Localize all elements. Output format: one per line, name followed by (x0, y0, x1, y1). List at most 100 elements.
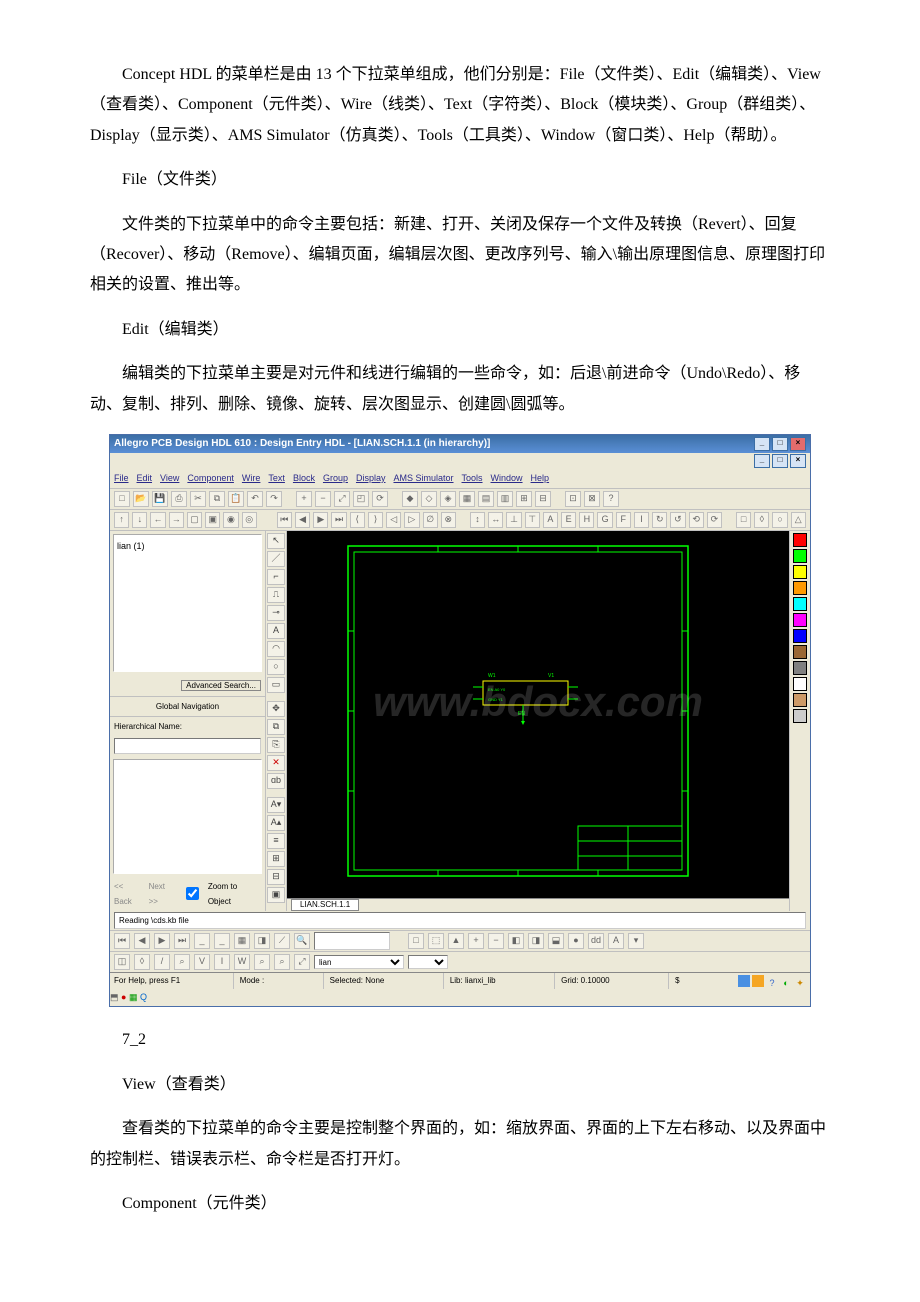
last-icon[interactable]: ⏭ (331, 512, 346, 528)
menu-window[interactable]: Window (491, 470, 523, 487)
arc-icon[interactable]: ◠ (267, 641, 285, 657)
tray-icon[interactable]: ▦ (129, 992, 138, 1002)
color-swatch-tan[interactable] (793, 693, 807, 707)
menu-wire[interactable]: Wire (242, 470, 261, 487)
color-swatch-white[interactable] (793, 677, 807, 691)
tool-icon[interactable]: ⟩ (368, 512, 383, 528)
paste-icon[interactable]: 📋 (228, 491, 244, 507)
zoom-out-icon[interactable]: − (315, 491, 331, 507)
tool-icon[interactable]: ⬚ (428, 933, 444, 949)
tool-icon[interactable]: ◊ (754, 512, 769, 528)
tool-icon[interactable]: ⊤ (525, 512, 540, 528)
schematic-canvas[interactable]: W1 V1 EN A0 Y0 GND Y1 EN www.bdocx.com L… (287, 531, 789, 911)
secondary-combo[interactable] (408, 955, 448, 969)
first-page-icon[interactable]: ⏮ (114, 933, 130, 949)
tool-icon[interactable]: ▣ (205, 512, 220, 528)
text-icon[interactable]: A (267, 623, 285, 639)
tool-icon[interactable]: ⟨ (350, 512, 365, 528)
color-swatch-red[interactable] (793, 533, 807, 547)
nav-next-button[interactable]: Next >> (149, 879, 176, 909)
block-icon[interactable]: ▣ (267, 887, 285, 903)
tool-icon[interactable]: ⟳ (707, 512, 722, 528)
tool-icon[interactable]: ◉ (223, 512, 238, 528)
prev-icon[interactable]: ◀ (295, 512, 310, 528)
menu-component[interactable]: Component (187, 470, 234, 487)
menu-edit[interactable]: Edit (137, 470, 153, 487)
tool-icon[interactable]: F (616, 512, 631, 528)
tool-icon[interactable]: dd (588, 933, 604, 949)
tool-icon[interactable]: □ (408, 933, 424, 949)
rect-icon[interactable]: ▭ (267, 677, 285, 693)
tool-icon[interactable]: ▢ (187, 512, 202, 528)
next-icon[interactable]: ▶ (313, 512, 328, 528)
tool-icon[interactable]: ⊥ (506, 512, 521, 528)
menu-tools[interactable]: Tools (462, 470, 483, 487)
tool-icon[interactable]: − (488, 933, 504, 949)
mdi-close[interactable]: × (790, 454, 806, 468)
color-swatch-green[interactable] (793, 549, 807, 563)
bus-icon[interactable]: ⌐ (267, 569, 285, 585)
delete-icon[interactable]: ✕ (267, 755, 285, 771)
color-swatch-lightgray[interactable] (793, 709, 807, 723)
tool-icon[interactable]: ↻ (652, 512, 667, 528)
tool-icon[interactable]: ⌕ (174, 954, 190, 970)
tool-icon[interactable]: ▦ (234, 933, 250, 949)
tool-icon[interactable]: _ (194, 933, 210, 949)
group-icon[interactable]: ⊞ (267, 851, 285, 867)
redo-icon[interactable]: ↷ (266, 491, 282, 507)
tool-icon[interactable]: ● (568, 933, 584, 949)
tool-icon[interactable]: + (468, 933, 484, 949)
tool-icon[interactable]: ▤ (478, 491, 494, 507)
next-page-icon[interactable]: ▶ (154, 933, 170, 949)
tool-icon[interactable]: ∅ (423, 512, 438, 528)
zoom-in-icon[interactable]: + (296, 491, 312, 507)
tool-icon[interactable]: ⊞ (516, 491, 532, 507)
undo-icon[interactable]: ↶ (247, 491, 263, 507)
tool-icon[interactable]: I (634, 512, 649, 528)
paste-icon[interactable]: ⎘ (267, 737, 285, 753)
tool-icon[interactable]: ○ (772, 512, 787, 528)
save-icon[interactable]: 💾 (152, 491, 168, 507)
nav-icon[interactable]: ← (150, 512, 165, 528)
tray-icon[interactable]: Q (140, 992, 147, 1002)
help-icon[interactable]: ? (603, 491, 619, 507)
tool-icon[interactable]: V (194, 954, 210, 970)
tool-icon[interactable]: I (214, 954, 230, 970)
tool-icon[interactable]: ◫ (114, 954, 130, 970)
tool-icon[interactable]: ◧ (508, 933, 524, 949)
menu-file[interactable]: File (114, 470, 129, 487)
design-combo[interactable]: lian (314, 955, 404, 969)
tray-icon[interactable]: ? (766, 975, 778, 987)
menu-text[interactable]: Text (268, 470, 285, 487)
tool-icon[interactable]: W (234, 954, 250, 970)
circle-icon[interactable]: ○ (267, 659, 285, 675)
tool-icon[interactable]: A (608, 933, 624, 949)
open-icon[interactable]: 📂 (133, 491, 149, 507)
menu-group[interactable]: Group (323, 470, 348, 487)
tool-icon[interactable]: ⊡ (565, 491, 581, 507)
tray-icon[interactable] (738, 975, 750, 987)
copy-icon[interactable]: ⧉ (267, 719, 285, 735)
tool-icon[interactable]: ▦ (459, 491, 475, 507)
first-icon[interactable]: ⏮ (277, 512, 292, 528)
net-icon[interactable]: ⎍ (267, 587, 285, 603)
tool-icon[interactable]: ▷ (404, 512, 419, 528)
tool-icon[interactable]: ▥ (497, 491, 513, 507)
tool-icon[interactable]: ◎ (242, 512, 257, 528)
search-icon[interactable]: 🔍 (294, 933, 310, 949)
tool-icon[interactable]: ⟲ (689, 512, 704, 528)
nav-icon[interactable]: → (169, 512, 184, 528)
wire-icon[interactable]: ／ (267, 551, 285, 567)
align-icon[interactable]: ≡ (267, 833, 285, 849)
refresh-icon[interactable]: ⟳ (372, 491, 388, 507)
tool-icon[interactable]: ⊗ (441, 512, 456, 528)
menu-ams-simulator[interactable]: AMS Simulator (393, 470, 453, 487)
maximize-button[interactable]: □ (772, 437, 788, 451)
tool-icon[interactable]: ⌕ (254, 954, 270, 970)
mdi-maximize[interactable]: □ (772, 454, 788, 468)
color-swatch-blue[interactable] (793, 629, 807, 643)
tool-icon[interactable]: ▲ (448, 933, 464, 949)
tool-icon[interactable]: □ (736, 512, 751, 528)
tool-icon[interactable]: ⟋ (274, 933, 290, 949)
last-page-icon[interactable]: ⏭ (174, 933, 190, 949)
